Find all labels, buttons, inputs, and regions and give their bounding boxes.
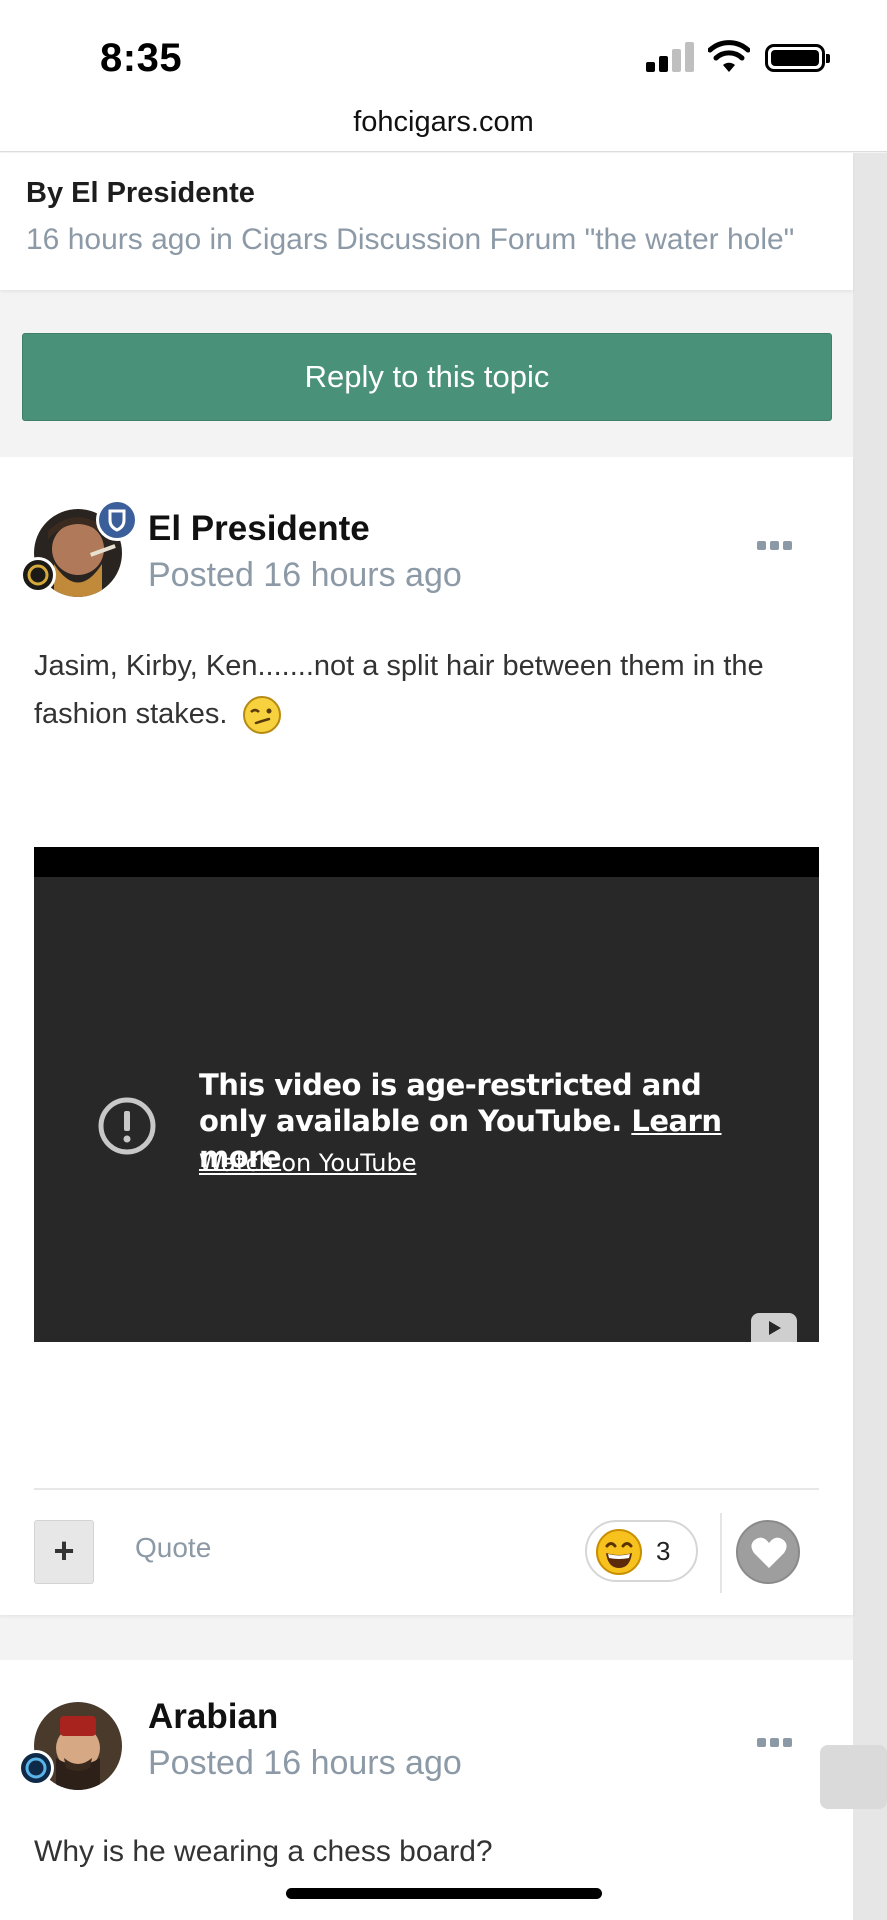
post-arabian: Arabian Posted 16 hours ago Why is he we… bbox=[0, 1660, 853, 1920]
post-timestamp[interactable]: Posted 16 hours ago bbox=[148, 556, 462, 595]
home-indicator[interactable] bbox=[286, 1888, 602, 1899]
post-body-text: Jasim, Kirby, Ken.......not a split hair… bbox=[34, 650, 764, 730]
post-body: Jasim, Kirby, Ken.......not a split hair… bbox=[34, 642, 824, 738]
heart-icon[interactable] bbox=[736, 1520, 800, 1584]
exclamation-icon bbox=[98, 1097, 156, 1155]
url-bar[interactable]: fohcigars.com bbox=[0, 100, 887, 152]
more-options-icon[interactable] bbox=[757, 539, 793, 551]
rank-badge bbox=[18, 1750, 54, 1786]
embedded-video[interactable]: This video is age-restricted and only av… bbox=[34, 847, 819, 1342]
topic-header: By El Presidente 16 hours ago in Cigars … bbox=[0, 153, 853, 290]
reply-to-topic-button[interactable]: Reply to this topic bbox=[22, 333, 832, 421]
topic-byline[interactable]: By El Presidente bbox=[26, 177, 255, 210]
wifi-icon bbox=[708, 40, 750, 72]
scrollbar-track[interactable] bbox=[853, 153, 887, 1920]
moderator-shield-icon bbox=[96, 499, 138, 541]
watch-on-youtube-link[interactable]: Watch on YouTube bbox=[199, 1149, 416, 1177]
post-author[interactable]: El Presidente bbox=[148, 509, 370, 549]
reaction-summary[interactable]: 3 bbox=[585, 1520, 698, 1582]
reaction-count: 3 bbox=[656, 1536, 671, 1566]
video-top-bar bbox=[34, 847, 819, 877]
youtube-logo-icon[interactable] bbox=[751, 1313, 797, 1342]
topic-meta[interactable]: 16 hours ago in Cigars Discussion Forum … bbox=[26, 223, 794, 257]
post-timestamp[interactable]: Posted 16 hours ago bbox=[148, 1744, 462, 1783]
post-author[interactable]: Arabian bbox=[148, 1697, 278, 1737]
battery-icon bbox=[765, 44, 830, 72]
url-domain: fohcigars.com bbox=[353, 106, 534, 138]
multiquote-plus-button[interactable]: + bbox=[34, 1520, 94, 1584]
post-body-text: Why is he wearing a chess board? bbox=[34, 1835, 493, 1868]
video-message-text: This video is age-restricted and only av… bbox=[199, 1068, 702, 1138]
laughing-emoji-icon bbox=[596, 1529, 642, 1575]
signal-icon bbox=[646, 42, 694, 72]
rank-badge bbox=[20, 557, 56, 593]
wink-emoji-icon bbox=[242, 696, 281, 735]
status-bar: 8:35 bbox=[0, 0, 887, 100]
status-time: 8:35 bbox=[100, 36, 183, 80]
post-el-presidente: El Presidente Posted 16 hours ago Jasim,… bbox=[0, 457, 853, 1615]
post-divider bbox=[34, 1488, 819, 1490]
action-separator bbox=[720, 1513, 722, 1593]
quote-button[interactable]: Quote bbox=[135, 1532, 211, 1564]
more-options-icon[interactable] bbox=[757, 1736, 793, 1748]
scrollbar-thumb[interactable] bbox=[820, 1745, 887, 1809]
